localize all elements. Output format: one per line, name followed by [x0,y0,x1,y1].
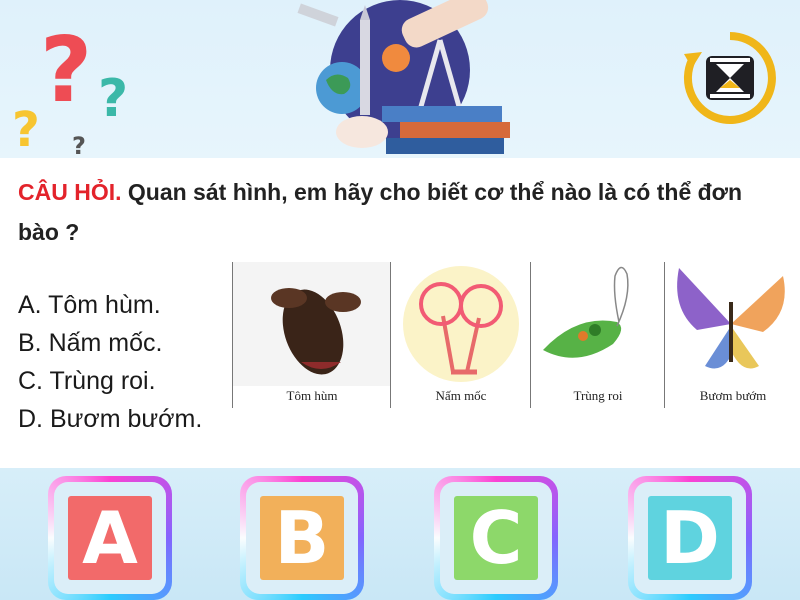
option-d: D. Bươm bướm. [18,405,203,433]
answer-buttons-bar: A B C D [0,468,800,600]
hourglass-timer-icon [684,32,776,124]
caption-butterfly: Bươm bướm [699,388,767,403]
answer-letter-b[interactable]: B [260,496,344,580]
svg-text:?: ? [98,69,128,129]
mold-image [403,266,519,382]
answer-button-c[interactable]: C [434,476,558,600]
figure-cell-butterfly: Bươm bướm [664,262,800,408]
space-science-icon [297,0,510,154]
caption-euglena: Trùng roi [573,388,623,403]
answer-letter-a[interactable]: A [68,496,152,580]
option-b: B. Nấm mốc. [18,329,163,357]
butterfly-image [677,268,785,369]
answer-button-b[interactable]: B [240,476,364,600]
top-banner: ? ? ? ? [0,0,800,158]
question-text: CÂU HỎI. Quan sát hình, em hãy cho biết … [18,172,788,252]
caption-mold: Nấm mốc [435,388,487,403]
svg-text:?: ? [72,132,86,156]
option-a: A. Tôm hùm. [18,291,161,319]
question-marks-icon: ? ? ? ? [12,18,128,156]
answer-letter-c[interactable]: C [454,496,538,580]
svg-text:?: ? [12,102,40,156]
caption-lobster: Tôm hùm [286,388,338,403]
organism-figure: Tôm hùm Nấm mốc Trùng roi Bươm bướm [232,262,800,408]
answer-letter-d[interactable]: D [648,496,732,580]
lobster-image [233,262,391,386]
answer-button-d[interactable]: D [628,476,752,600]
option-c: C. Trùng roi. [18,367,156,395]
answer-options: A. Tôm hùm. B. Nấm mốc. C. Trùng roi. D.… [18,286,202,438]
question-label: CÂU HỎI. [18,179,122,205]
figure-cell-mold: Nấm mốc [390,262,531,408]
euglena-image [543,266,629,358]
question-body: Quan sát hình, em hãy cho biết cơ thể nà… [18,179,743,245]
figure-cell-lobster: Tôm hùm [232,262,391,408]
answer-button-a[interactable]: A [48,476,172,600]
figure-cell-euglena: Trùng roi [530,262,665,408]
svg-text:?: ? [40,18,92,123]
